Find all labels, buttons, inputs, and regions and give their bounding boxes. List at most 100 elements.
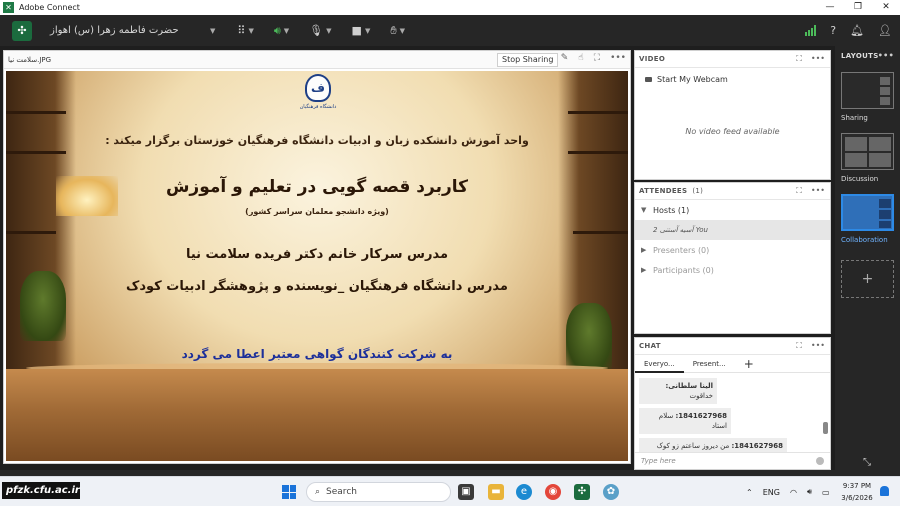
layouts-panel: LAYOUTS ••• Sharing Discussion Collabora…: [835, 46, 900, 476]
help-icon[interactable]: ?: [830, 24, 836, 37]
layout-sharing[interactable]: [841, 72, 894, 109]
microphone-icon: 🎙︎: [309, 24, 324, 37]
search-icon: ⌕: [315, 487, 321, 497]
language-indicator[interactable]: ENG: [763, 488, 780, 497]
attendee-self[interactable]: آسیه آستنی 2 You: [635, 220, 830, 240]
chat-pod: CHAT ⛶ ••• Everyo... Present... + الینا …: [634, 337, 831, 470]
presenters-group[interactable]: ▶ Presenters (0): [635, 240, 830, 260]
fullscreen-icon[interactable]: ⛶: [796, 341, 802, 351]
pod-options-icon[interactable]: •••: [811, 54, 825, 64]
video-pod-icons: ⛶ •••: [796, 54, 825, 64]
layout-collaboration[interactable]: [841, 194, 894, 231]
taskbar-search[interactable]: ⌕ Search: [306, 482, 451, 502]
user-profile-icon[interactable]: 👤︎: [878, 24, 892, 37]
collapse-panel-icon[interactable]: ⤡: [863, 457, 871, 468]
file-explorer-icon[interactable]: ▬: [488, 484, 504, 500]
slide-certificate-note: به شرکت کنندگان گواهی معتبر اعطا می گردد: [181, 347, 453, 361]
tab-everyone[interactable]: Everyo...: [635, 355, 684, 373]
add-chat-tab-button[interactable]: +: [735, 355, 763, 373]
fullscreen-icon[interactable]: ⛶: [796, 186, 802, 196]
pod-options-icon[interactable]: •••: [811, 341, 825, 351]
shared-file-name: سلامت نیا.JPG: [8, 55, 52, 64]
close-button[interactable]: ✕: [872, 0, 900, 15]
connection-signal-icon[interactable]: [805, 25, 817, 36]
chat-input-placeholder: Type here: [641, 457, 676, 465]
chevron-up-icon[interactable]: ⌃: [746, 488, 753, 497]
minimize-button[interactable]: —: [816, 0, 844, 15]
shelf-line: [568, 111, 628, 114]
speaker-button[interactable]: 🔊︎ ▼: [274, 15, 289, 46]
university-emblem-icon: ف: [305, 74, 331, 102]
add-layout-button[interactable]: +: [841, 260, 894, 298]
connect-menu-icon[interactable]: ✣: [12, 20, 32, 41]
task-view-icon[interactable]: ▣: [458, 484, 474, 500]
attendees-pod-title: ATTENDEES: [639, 187, 688, 195]
app-toolbar: ✣ حضرت فاطمه زهرا (س) اهواز ▼ ⠿ ▼ 🔊︎ ▼ 🎙︎ ▼…: [0, 15, 900, 46]
university-logo-label: دانشگاه فرهنگیان: [299, 104, 337, 110]
layout-discussion[interactable]: [841, 133, 894, 170]
microphone-button[interactable]: 🎙︎ ▼: [309, 15, 331, 46]
speaker-icon: 🔊︎: [273, 23, 281, 37]
layouts-title: LAYOUTS •••: [841, 51, 894, 60]
hosts-group[interactable]: ▼ Hosts (1): [635, 200, 830, 220]
notification-bell-icon[interactable]: [880, 486, 889, 496]
pod-options-icon[interactable]: •••: [610, 53, 626, 63]
draw-pencil-icon[interactable]: ✎: [561, 53, 569, 63]
maximize-button[interactable]: ❐: [844, 0, 872, 15]
pod-options-icon[interactable]: •••: [811, 186, 825, 196]
chat-scroll-thumb[interactable]: [823, 422, 828, 434]
camera-button[interactable]: ■ ▼: [352, 15, 371, 46]
chat-pod-icons: ⛶ •••: [796, 341, 825, 351]
fullscreen-icon[interactable]: ⛶: [594, 53, 600, 63]
raise-hand-icon: ✋︎: [390, 23, 397, 37]
windows-start-icon[interactable]: [282, 485, 296, 499]
stop-sharing-button[interactable]: Stop Sharing: [497, 53, 559, 67]
notifications-bell-icon[interactable]: 🔔︎: [850, 24, 864, 37]
chat-message: الینا سلطانی: خداقوت: [639, 378, 717, 404]
apps-button[interactable]: ⠿ ▼: [237, 15, 253, 46]
app-globe-icon[interactable]: ✿: [603, 484, 619, 500]
emoji-icon[interactable]: [816, 457, 824, 465]
layouts-options-icon[interactable]: •••: [878, 51, 894, 60]
raise-hand-button[interactable]: ✋︎ ▼: [390, 15, 405, 46]
edge-browser-icon[interactable]: e: [516, 484, 532, 500]
shelf-line: [568, 151, 628, 154]
battery-icon[interactable]: ▭: [822, 488, 830, 497]
wooden-stage: [6, 369, 628, 461]
taskbar-clock[interactable]: 9:37 PM 3/6/2026: [836, 480, 878, 504]
adobe-connect-taskbar-icon[interactable]: ✣: [574, 484, 590, 500]
grid-icon: ⠿: [237, 24, 246, 37]
tab-presenters[interactable]: Present...: [684, 355, 735, 373]
chevron-right-icon: ▶: [641, 266, 647, 274]
chrome-browser-icon[interactable]: ◉: [545, 484, 561, 500]
chat-scrollbar[interactable]: [823, 380, 828, 442]
attendees-pod: ATTENDEES (1) ⛶ ••• ▼ Hosts (1) آسیه آست…: [634, 182, 831, 334]
presenters-label: Presenters (0): [653, 245, 710, 255]
window-titlebar: ✕ Adobe Connect — ❐ ✕: [0, 0, 900, 15]
window-title: Adobe Connect: [19, 3, 80, 12]
shelf-line: [6, 231, 56, 234]
window-controls: — ❐ ✕: [816, 0, 900, 15]
start-webcam-button[interactable]: Start My Webcam: [645, 75, 728, 84]
chevron-down-icon: ▼: [641, 206, 647, 214]
chevron-down-icon: ▼: [364, 26, 371, 35]
layout-discussion-label: Discussion: [841, 175, 879, 183]
windows-taskbar: pfzk.cfu.ac.ir ⌕ Search ▣ ▬ e ◉ ✣ ✿ ⌃ EN…: [0, 476, 900, 506]
video-pod: VIDEO ⛶ ••• Start My Webcam No video fee…: [634, 50, 831, 180]
fullscreen-icon[interactable]: ⛶: [796, 54, 802, 64]
adobe-connect-logo-icon: ✕: [3, 2, 14, 13]
chat-tabs: Everyo... Present... +: [635, 355, 830, 373]
search-label: Search: [326, 487, 357, 497]
volume-icon[interactable]: 🔊︎: [807, 487, 812, 497]
toolbar-right-group: ? 🔔︎ 👤︎: [805, 15, 892, 46]
room-menu-chevron-icon[interactable]: ▼: [210, 15, 215, 46]
pointer-hand-icon[interactable]: ☝: [578, 53, 583, 63]
slide-title: کاربرد قصه گویی در تعلیم و آموزش: [165, 177, 469, 197]
slide-subtitle: (ویژه دانشجو معلمان سراسر کشور): [245, 207, 389, 216]
room-name[interactable]: حضرت فاطمه زهرا (س) اهواز: [50, 25, 200, 36]
chat-input[interactable]: Type here: [635, 452, 830, 469]
wifi-icon[interactable]: ◠: [790, 488, 797, 497]
slide-instructor-bio: مدرس دانشگاه فرهنگیان _نویسنده و پژوهشگر…: [126, 279, 508, 294]
participants-group[interactable]: ▶ Participants (0): [635, 260, 830, 280]
attendees-pod-icons: ⛶ •••: [796, 186, 825, 196]
